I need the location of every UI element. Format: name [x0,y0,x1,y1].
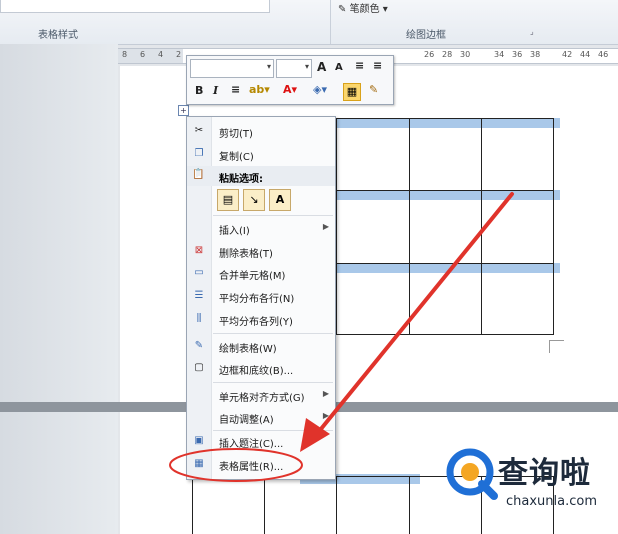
chaxunla-logo-icon [446,448,498,500]
watermark-domain: chaxunla.com [506,494,597,509]
watermark-brand: 查询啦 [498,456,591,491]
annotation-arrow-line [310,192,514,442]
annotation-ellipse [169,448,303,482]
